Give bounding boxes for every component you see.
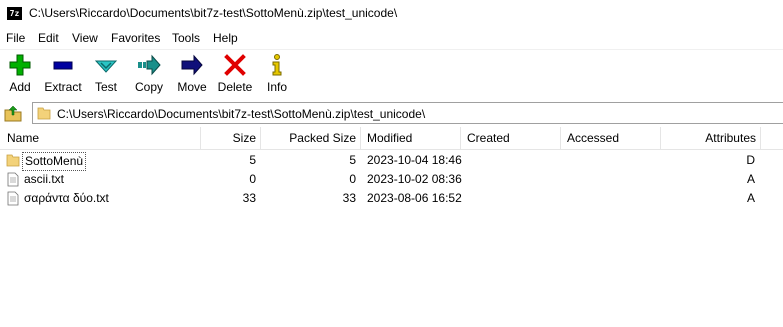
copy-arrow-icon [138,54,161,76]
minus-icon [53,61,73,70]
title-bar: 7z C:\Users\Riccardo\Documents\bit7z-tes… [0,0,783,28]
delete-label: Delete [217,80,253,94]
text-file-icon [7,172,19,187]
move-button[interactable]: Move [174,53,210,99]
column-divider[interactable] [460,127,461,149]
menu-favorites[interactable]: Favorites [111,31,160,45]
folder-icon [6,154,20,167]
col-modified[interactable]: Modified [363,127,460,149]
item-packed-size: 0 [349,172,356,186]
menu-edit[interactable]: Edit [38,31,59,45]
item-attributes: A [746,172,755,186]
info-button[interactable]: Info [262,53,292,99]
add-button[interactable]: Add [4,53,36,99]
item-size: 0 [249,172,256,186]
test-button[interactable]: Test [90,53,122,99]
add-label: Add [9,80,31,94]
7zip-app-icon: 7z [7,7,22,20]
list-item[interactable]: σαράντα δύο.txt 33 33 2023-08-06 16:52 A [0,189,783,208]
item-size: 5 [249,153,256,167]
item-attributes: D [746,153,755,167]
extract-label: Extract [44,80,82,94]
delete-x-icon [224,54,246,76]
menu-tools[interactable]: Tools [172,31,200,45]
up-folder-button[interactable] [3,104,23,122]
list-item[interactable]: SottoMenù 5 5 2023-10-04 18:46 D [0,151,783,171]
menu-view[interactable]: View [72,31,98,45]
folder-up-icon [4,105,22,122]
item-attributes: A [746,191,755,205]
menu-bar: File Edit View Favorites Tools Help [0,29,783,49]
column-divider[interactable] [560,127,561,149]
item-size: 33 [242,191,256,205]
move-label: Move [177,80,207,94]
window-title: C:\Users\Riccardo\Documents\bit7z-test\S… [29,6,398,20]
col-created[interactable]: Created [463,127,560,149]
info-label: Info [266,80,287,94]
item-modified: 2023-08-06 16:52 [367,191,462,205]
copy-button[interactable]: Copy [130,53,168,99]
col-size[interactable]: Size [201,127,260,149]
item-packed-size: 33 [342,191,356,205]
item-modified: 2023-10-04 18:46 [367,153,462,167]
info-icon [272,54,282,76]
menu-file[interactable]: File [6,31,25,45]
test-label: Test [94,80,117,94]
column-divider[interactable] [760,127,761,149]
copy-label: Copy [134,80,163,94]
col-packed-size[interactable]: Packed Size [261,127,360,149]
toolbar: Add Extract Test Copy Move Delete Info [0,49,783,100]
check-icon [94,60,118,73]
address-bar: C:\Users\Riccardo\Documents\bit7z-test\S… [0,100,783,126]
item-modified: 2023-10-02 08:36 [367,172,462,186]
text-file-icon [7,191,19,206]
plus-icon [9,54,31,76]
extract-button[interactable]: Extract [42,53,84,99]
address-field[interactable]: C:\Users\Riccardo\Documents\bit7z-test\S… [32,102,783,124]
item-name: σαράντα δύο.txt [24,191,109,205]
column-header-row: Name Size Packed Size Modified Created A… [0,127,783,150]
item-name: SottoMenù [22,152,87,171]
move-arrow-icon [181,54,203,76]
item-packed-size: 5 [349,153,356,167]
col-accessed[interactable]: Accessed [563,127,660,149]
col-attributes[interactable]: Attributes [661,127,760,149]
menu-help[interactable]: Help [213,31,238,45]
address-path: C:\Users\Riccardo\Documents\bit7z-test\S… [57,107,426,121]
list-item[interactable]: ascii.txt 0 0 2023-10-02 08:36 A [0,170,783,189]
delete-button[interactable]: Delete [216,53,254,99]
col-name[interactable]: Name [3,127,200,149]
folder-icon [37,107,51,120]
item-name: ascii.txt [24,172,65,186]
file-list[interactable]: Name Size Packed Size Modified Created A… [0,127,783,327]
column-divider[interactable] [360,127,361,149]
